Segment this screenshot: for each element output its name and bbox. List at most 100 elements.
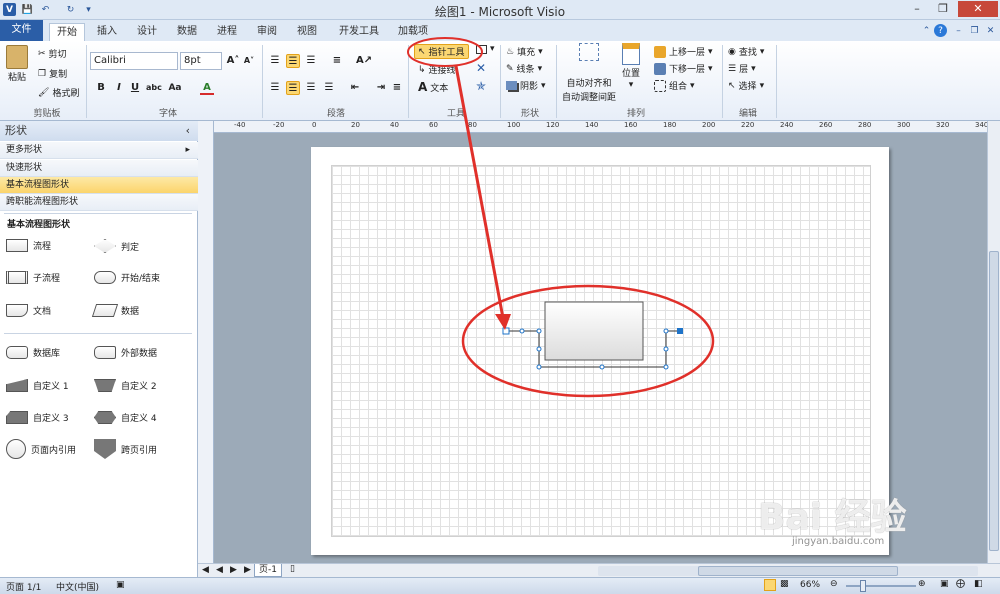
presentation-icon[interactable]: ▩ [780, 579, 789, 589]
collapse-panel-icon[interactable]: ‹ [186, 121, 190, 141]
doc-minimize-icon[interactable]: – [952, 24, 965, 37]
tab-developer[interactable]: 开发工具 [334, 23, 384, 41]
shape-decision[interactable]: 判定 [94, 239, 139, 253]
layer-button[interactable]: ☰ 层 ▾ [728, 62, 756, 76]
last-page-icon[interactable]: ▶ [244, 565, 251, 575]
full-screen-icon[interactable] [764, 579, 776, 591]
shape-process[interactable]: 流程 [6, 239, 51, 252]
shape-custom-1[interactable]: 自定义 1 [6, 379, 69, 392]
zoom-level[interactable]: 66% [800, 580, 820, 590]
shape-external-data[interactable]: 外部数据 [94, 346, 157, 359]
stencil-basic-flowchart[interactable]: 基本流程图形状 [0, 177, 198, 194]
bold-icon[interactable]: B [94, 81, 108, 95]
maximize-button[interactable]: ❐ [930, 1, 956, 17]
shape-custom-2[interactable]: 自定义 2 [94, 379, 157, 392]
font-name-combo[interactable]: Calibri [90, 52, 178, 70]
tab-insert[interactable]: 插入 [90, 23, 124, 41]
italic-icon[interactable]: I [112, 81, 126, 95]
align-middle-icon[interactable]: ☰ [286, 54, 300, 68]
shadow-button[interactable]: 阴影 ▾ [506, 79, 546, 92]
zoom-slider-thumb[interactable] [860, 580, 866, 592]
group-button[interactable]: 组合 ▾ [654, 79, 695, 92]
align-center-icon[interactable]: ☰ [286, 81, 300, 95]
connection-point-icon[interactable]: ✯ [476, 79, 486, 93]
stencil-quick-shapes[interactable]: 快速形状 [0, 160, 198, 177]
help-icon[interactable]: ? [934, 24, 947, 37]
zoom-in-icon[interactable]: ⊕ [918, 579, 926, 589]
align-top-icon[interactable]: ☰ [268, 54, 282, 68]
align-left-icon[interactable]: ☰ [268, 81, 282, 95]
fill-button[interactable]: ♨ 填充 ▾ [506, 45, 543, 59]
shape-start-end[interactable]: 开始/结束 [94, 271, 160, 284]
language-indicator[interactable]: 中文(中国) [56, 580, 99, 593]
tab-design[interactable]: 设计 [130, 23, 164, 41]
rectangle-tool-button[interactable]: ▾ [476, 44, 495, 54]
tab-process[interactable]: 进程 [210, 23, 244, 41]
stencil-cross-functional[interactable]: 跨职能流程图形状 [0, 194, 198, 211]
shape-document[interactable]: 文档 [6, 304, 51, 317]
scroll-thumb[interactable] [989, 251, 999, 551]
tab-addins[interactable]: 加载项 [392, 23, 434, 41]
more-shapes-item[interactable]: 更多形状 ▸ [0, 142, 198, 159]
horizontal-scrollbar[interactable] [598, 566, 978, 576]
position-button[interactable]: 位置 ▾ [622, 43, 640, 90]
bullets-icon[interactable]: ≡ [330, 54, 344, 68]
tab-review[interactable]: 审阅 [250, 23, 284, 41]
shape-data[interactable]: 数据 [91, 304, 139, 317]
send-backward-button[interactable]: 下移一层 ▾ [654, 62, 713, 75]
zoom-slider[interactable] [846, 580, 916, 592]
vertical-scrollbar[interactable] [987, 121, 1000, 563]
align-bottom-icon[interactable]: ☰ [304, 54, 318, 68]
decrease-indent-icon[interactable]: ⇤ [348, 81, 362, 95]
strikethrough-icon[interactable]: abc [146, 81, 162, 95]
fit-page-icon[interactable]: ▣ [940, 579, 949, 589]
auto-align-button[interactable]: 自动对齐和 自动调整间距 [560, 43, 618, 103]
minimize-button[interactable]: – [904, 1, 930, 17]
select-button[interactable]: ↖ 选择 ▾ [728, 79, 764, 93]
zoom-out-icon[interactable]: ⊖ [830, 579, 838, 589]
text-tool-button[interactable]: A 文本 [418, 80, 448, 94]
tab-view[interactable]: 视图 [290, 23, 324, 41]
macro-record-icon[interactable]: ▣ [116, 580, 125, 590]
justify-icon[interactable]: ☰ [322, 81, 336, 95]
text-direction-icon[interactable]: A↗ [356, 54, 372, 68]
page-indicator[interactable]: 页面 1/1 [6, 580, 41, 593]
format-painter-button[interactable]: 🖌 格式刷 [38, 86, 79, 100]
increase-indent-icon[interactable]: ⇥ [374, 81, 388, 95]
page-grid[interactable] [331, 165, 871, 537]
shape-custom-4[interactable]: 自定义 4 [94, 411, 157, 424]
shape-custom-3[interactable]: 自定义 3 [6, 411, 69, 424]
shape-on-page-reference[interactable]: 页面内引用 [6, 439, 76, 459]
grow-font-icon[interactable]: A˄ [226, 54, 240, 68]
first-page-icon[interactable]: ◀ [202, 565, 209, 575]
bring-forward-button[interactable]: 上移一层 ▾ [654, 45, 713, 58]
prev-page-icon[interactable]: ◀ [216, 565, 223, 575]
insert-page-icon[interactable]: ▯ [290, 564, 295, 574]
cut-button[interactable]: ✂ 剪切 [38, 47, 67, 61]
paste-button[interactable]: 粘贴 [6, 45, 28, 83]
underline-icon[interactable]: U [128, 81, 142, 95]
tab-file[interactable]: 文件 [0, 20, 43, 41]
connector-tool-button[interactable]: ↳ 连接线 [418, 63, 456, 77]
delete-icon[interactable]: ✕ [476, 61, 486, 75]
doc-close-icon[interactable]: ✕ [984, 24, 997, 37]
shrink-font-icon[interactable]: A˅ [242, 54, 256, 68]
next-page-icon[interactable]: ▶ [230, 565, 237, 575]
tab-data[interactable]: 数据 [170, 23, 204, 41]
ribbon-collapse-icon[interactable]: ⌃ [920, 24, 933, 37]
shape-database[interactable]: 数据库 [6, 346, 60, 359]
doc-restore-icon[interactable]: ❐ [968, 24, 981, 37]
tab-home[interactable]: 开始 [49, 23, 85, 41]
switch-windows-icon[interactable]: ◧ [974, 579, 983, 589]
pan-zoom-icon[interactable]: ⨁ [956, 579, 965, 589]
shape-subprocess[interactable]: 子流程 [6, 271, 60, 284]
page-tab[interactable]: 页-1 [254, 564, 282, 577]
font-case-icon[interactable]: Aa [168, 81, 182, 95]
scroll-thumb[interactable] [698, 566, 898, 576]
line-button[interactable]: ✎ 线条 ▾ [506, 62, 542, 76]
close-button[interactable]: ✕ [958, 1, 998, 17]
align-right-icon[interactable]: ☰ [304, 81, 318, 95]
paragraph-options-icon[interactable]: ≡ [390, 81, 404, 95]
find-button[interactable]: ◉ 查找 ▾ [728, 45, 764, 59]
font-size-combo[interactable]: 8pt [180, 52, 222, 70]
